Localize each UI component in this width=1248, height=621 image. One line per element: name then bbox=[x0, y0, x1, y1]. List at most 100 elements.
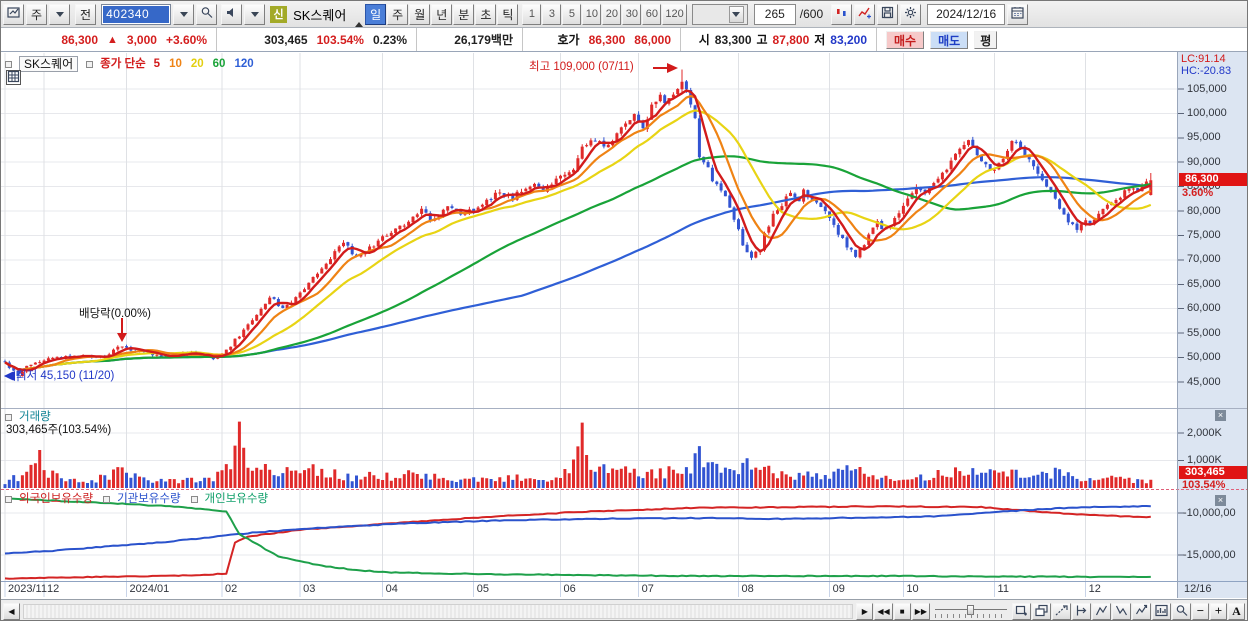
stock-chart-svg[interactable] bbox=[1, 52, 1248, 598]
chevron-down-icon bbox=[732, 11, 741, 21]
tab-period-월[interactable]: 월 bbox=[409, 3, 431, 25]
rewind-button[interactable]: ◀◀ bbox=[874, 602, 893, 620]
close-ownership-panel-button[interactable]: × bbox=[1215, 495, 1226, 506]
legend-checkbox-icon[interactable] bbox=[190, 495, 198, 503]
tab-period-틱[interactable]: 틱 bbox=[497, 3, 519, 25]
sell-button[interactable]: 매도 bbox=[930, 30, 969, 49]
tab-period-초[interactable]: 초 bbox=[475, 3, 497, 25]
tab-minutes-5[interactable]: 5 bbox=[562, 3, 582, 25]
fast-forward-button[interactable]: ▶▶ bbox=[911, 602, 930, 620]
magnifier-button[interactable] bbox=[1172, 602, 1191, 620]
date-axis-label: 08 bbox=[741, 583, 754, 595]
legend-stock-name[interactable]: SK스퀘어 bbox=[19, 56, 79, 72]
ownership-legend-label[interactable]: 기관보유수량 bbox=[117, 493, 180, 505]
scale-trough-button[interactable] bbox=[1112, 602, 1131, 620]
stop-button[interactable]: ■ bbox=[893, 602, 911, 620]
settings-button[interactable] bbox=[900, 3, 922, 25]
close-volume-panel-button[interactable]: × bbox=[1215, 410, 1226, 421]
volume-value: 303,465 bbox=[264, 32, 308, 47]
tab-period-분[interactable]: 분 bbox=[453, 3, 475, 25]
tab-minutes-3[interactable]: 3 bbox=[542, 3, 562, 25]
ma-period-10[interactable]: 10 bbox=[169, 58, 182, 70]
top-toolbar: 주 전 402340 신 SK스퀘어 일주월년분초틱 1 3 5 10 20 30 60 12… bbox=[1, 1, 1247, 28]
candles-layer bbox=[3, 69, 1153, 382]
calendar-button[interactable] bbox=[1007, 3, 1029, 25]
period-combo-dropdown[interactable] bbox=[49, 3, 71, 25]
code-dropdown-button[interactable] bbox=[173, 3, 195, 25]
legend-checkbox-icon[interactable] bbox=[103, 495, 111, 503]
compare-chart-button[interactable] bbox=[831, 3, 853, 25]
tab-period-주[interactable]: 주 bbox=[387, 3, 409, 25]
calendar-icon bbox=[1011, 6, 1024, 22]
scale-free-button[interactable] bbox=[1132, 602, 1151, 620]
legend-checkbox-icon[interactable] bbox=[86, 60, 94, 68]
date-axis-label: 12 bbox=[1088, 583, 1101, 595]
speed-slider[interactable] bbox=[935, 603, 1007, 620]
date-axis-label: 09 bbox=[832, 583, 845, 595]
tab-minutes-10[interactable]: 10 bbox=[582, 3, 602, 25]
tab-period-년[interactable]: 년 bbox=[431, 3, 453, 25]
scale-left-icon bbox=[1075, 604, 1088, 619]
legend-checkbox-icon[interactable] bbox=[5, 413, 12, 421]
line-tool-button[interactable] bbox=[854, 3, 876, 25]
period-combo-button[interactable]: 주 bbox=[26, 3, 48, 25]
value-cell: 26,179백만 bbox=[417, 28, 523, 51]
price-axis-label: 55,000 bbox=[1187, 326, 1221, 339]
chart-image-button[interactable] bbox=[1152, 602, 1171, 620]
tab-minutes-60[interactable]: 60 bbox=[642, 3, 662, 25]
data-grid-button[interactable] bbox=[6, 70, 21, 85]
low-annotation: ◀ 최저 45,150 (11/20) bbox=[4, 370, 114, 382]
bar-count-input[interactable]: 265 bbox=[753, 3, 796, 25]
speaker-dropdown-button[interactable] bbox=[244, 3, 266, 25]
low-label: 저 bbox=[814, 33, 826, 47]
zoom-out-button[interactable]: − bbox=[1192, 602, 1209, 620]
volume-legend-label[interactable]: 거래량 bbox=[19, 411, 51, 423]
chart-scrollbar[interactable] bbox=[23, 603, 854, 619]
date-axis-end-label: 12/16 bbox=[1184, 583, 1212, 595]
legend-checkbox-icon[interactable] bbox=[5, 60, 12, 68]
ownership-legend-label[interactable]: 외국인보유수량 bbox=[19, 493, 93, 505]
resize-grip-icon bbox=[355, 18, 364, 27]
extra-period-combo[interactable] bbox=[691, 3, 748, 25]
ma-period-5[interactable]: 5 bbox=[154, 58, 160, 70]
avg-button[interactable]: 평 bbox=[974, 30, 998, 49]
save-button[interactable] bbox=[877, 3, 899, 25]
scale-peak-button[interactable] bbox=[1092, 602, 1111, 620]
search-button[interactable] bbox=[196, 3, 218, 25]
zoom-in-button[interactable]: + bbox=[1210, 602, 1227, 620]
tab-minutes-120[interactable]: 120 bbox=[662, 3, 687, 25]
price-axis-label: 50,000 bbox=[1187, 351, 1221, 364]
tab-period-일[interactable]: 일 bbox=[365, 3, 387, 25]
tab-minutes-30[interactable]: 30 bbox=[622, 3, 642, 25]
ownership-legend-label[interactable]: 개인보유수량 bbox=[205, 493, 268, 505]
scroll-left-button[interactable]: ◀ bbox=[3, 602, 20, 620]
ma-legend-label[interactable]: 종가 단순 bbox=[100, 58, 146, 70]
quote-row: 86,300 ▲ 3,000 +3.60% 303,465 103.54% 0.… bbox=[1, 28, 1247, 52]
ma-period-20[interactable]: 20 bbox=[191, 58, 204, 70]
play-button[interactable]: ▶ bbox=[856, 602, 874, 620]
price-axis-label: 95,000 bbox=[1187, 131, 1221, 144]
date-axis-label: 04 bbox=[385, 583, 398, 595]
buy-button[interactable]: 매수 bbox=[886, 30, 925, 49]
lc-label: LC:91.14 bbox=[1181, 53, 1226, 65]
tab-minutes-20[interactable]: 20 bbox=[602, 3, 622, 25]
tab-minutes-1[interactable]: 1 bbox=[522, 3, 542, 25]
window-cascade-button[interactable] bbox=[1032, 602, 1051, 620]
chevron-down-icon bbox=[179, 11, 188, 21]
trend-line-button[interactable] bbox=[1052, 602, 1071, 620]
combo-dropdown-button[interactable] bbox=[728, 5, 744, 23]
legend-checkbox-icon[interactable] bbox=[5, 495, 12, 503]
scale-left-button[interactable] bbox=[1072, 602, 1091, 620]
speaker-button[interactable] bbox=[221, 3, 243, 25]
price-axis-label: 70,000 bbox=[1187, 253, 1221, 266]
left-arrow-icon: ◀ bbox=[4, 370, 13, 382]
chart-window-icon-button[interactable] bbox=[3, 3, 24, 25]
ma-period-60[interactable]: 60 bbox=[213, 58, 226, 70]
ma-period-120[interactable]: 120 bbox=[234, 58, 253, 70]
stock-code-input[interactable]: 402340 bbox=[101, 3, 172, 25]
window-add-button[interactable] bbox=[1012, 602, 1031, 620]
date-input[interactable]: 2024/12/16 bbox=[927, 3, 1006, 25]
volume-ratio: 103.54% bbox=[316, 32, 364, 47]
font-button[interactable]: A bbox=[1228, 602, 1245, 620]
prev-stock-button[interactable]: 전 bbox=[75, 3, 97, 25]
